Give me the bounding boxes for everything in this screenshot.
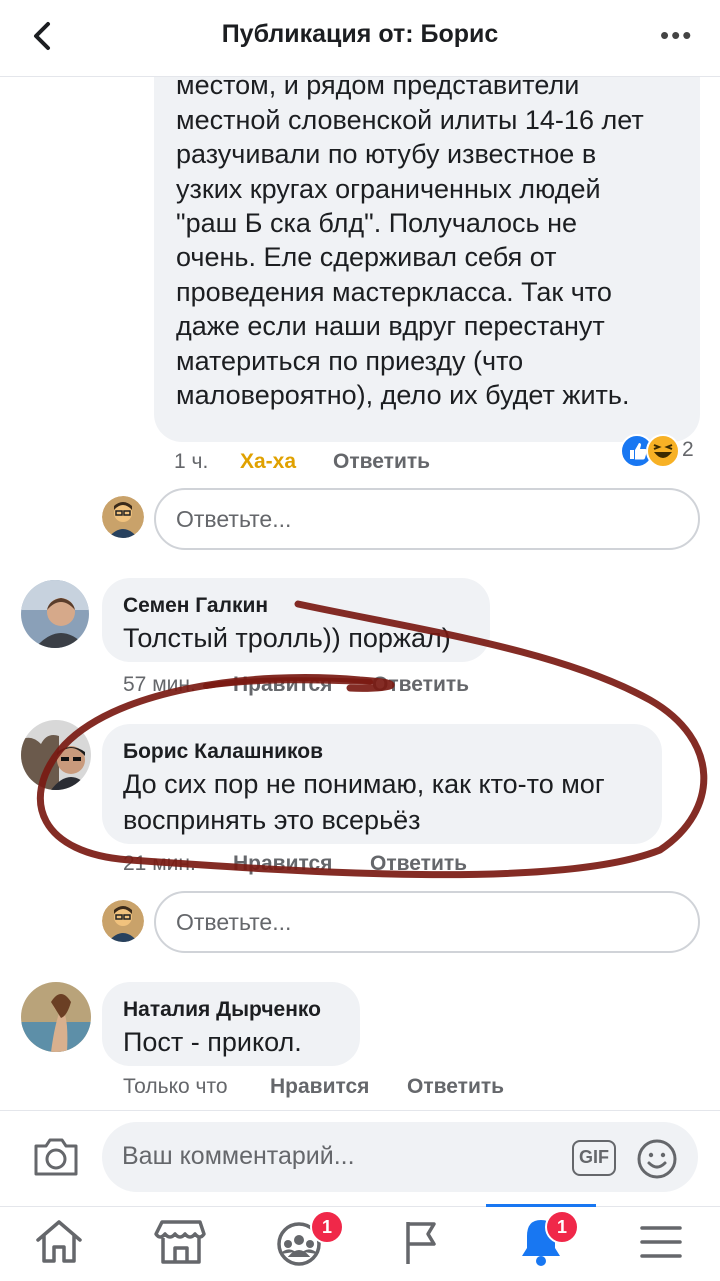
- comment-input-placeholder: Ваш комментарий...: [122, 1142, 355, 1170]
- comment-like-button[interactable]: Нравится: [270, 1075, 369, 1099]
- gif-button[interactable]: GIF: [572, 1140, 616, 1176]
- reply-input-placeholder: Ответьте...: [176, 909, 292, 935]
- my-avatar: [102, 496, 144, 538]
- reactions-summary[interactable]: 2: [620, 434, 700, 468]
- comment-author-avatar[interactable]: [21, 982, 91, 1052]
- page-title: Публикация от: Борис: [221, 20, 499, 48]
- post-comment-text: Однажды я зависал где-то под Новым место…: [176, 40, 656, 411]
- home-icon[interactable]: [24, 1210, 94, 1270]
- reply-input[interactable]: Ответьте...: [154, 488, 700, 550]
- menu-icon[interactable]: [626, 1210, 696, 1270]
- comment-reply-button[interactable]: Ответить: [407, 1075, 504, 1099]
- post-time: 1 ч.: [174, 450, 209, 473]
- comment-time: Только что: [123, 1075, 228, 1098]
- emoji-icon[interactable]: [636, 1138, 678, 1180]
- marketplace-icon[interactable]: [146, 1210, 216, 1270]
- post-reply-button[interactable]: Ответить: [333, 450, 430, 474]
- reply-input-placeholder: Ответьте...: [176, 506, 292, 532]
- post-comment-bubble: Однажды я зависал где-то под Новым место…: [154, 40, 700, 442]
- camera-icon[interactable]: [32, 1136, 80, 1178]
- bottom-tab-bar: [0, 1206, 720, 1281]
- reaction-count: 2: [682, 438, 694, 461]
- notifications-badge: 1: [545, 1210, 579, 1244]
- top-bar: Публикация от: Борис •••: [0, 0, 720, 77]
- haha-reaction-button[interactable]: Ха-ха: [240, 450, 296, 474]
- pages-flag-icon[interactable]: [386, 1210, 456, 1270]
- hand-drawn-circle-annotation: [36, 600, 708, 879]
- comment-author-name[interactable]: Наталия Дырченко: [123, 998, 321, 1022]
- haha-reaction-icon: [646, 434, 680, 468]
- comment-bubble[interactable]: Наталия Дырченко Пост - прикол.: [102, 982, 360, 1066]
- groups-badge: 1: [310, 1210, 344, 1244]
- comment-text: Пост - прикол.: [123, 1027, 302, 1057]
- reply-input[interactable]: Ответьте...: [154, 891, 700, 953]
- my-avatar: [102, 900, 144, 942]
- more-options-icon[interactable]: •••: [660, 20, 693, 51]
- active-tab-indicator: [486, 1204, 596, 1207]
